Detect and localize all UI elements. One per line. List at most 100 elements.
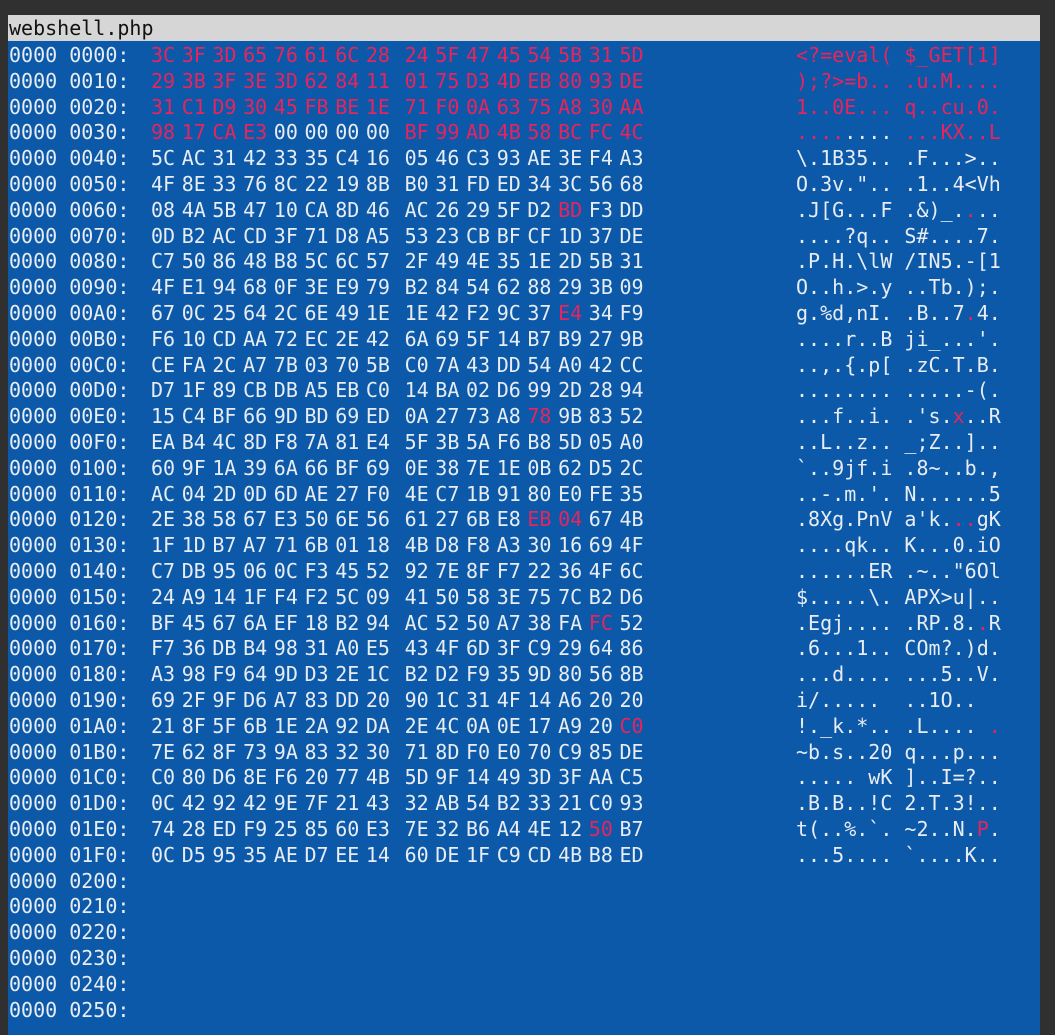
hex-byte[interactable]: 80 (558, 68, 582, 94)
hex-byte[interactable]: FE (589, 481, 613, 507)
hex-byte[interactable]: 00 (305, 119, 329, 145)
hex-byte[interactable]: 31 (151, 94, 175, 120)
hex-byte[interactable]: 2C (212, 352, 236, 378)
hex-byte[interactable]: 6C (620, 558, 644, 584)
hex-byte[interactable]: 16 (366, 145, 390, 171)
hex-byte[interactable]: 76 (274, 42, 298, 68)
hex-byte[interactable]: 80 (527, 481, 551, 507)
hex-byte[interactable]: 1E (274, 713, 298, 739)
hex-byte[interactable]: 52 (620, 610, 644, 636)
hex-byte[interactable]: 16 (558, 532, 582, 558)
hex-byte[interactable]: 83 (305, 739, 329, 765)
hex-byte[interactable]: 62 (182, 739, 206, 765)
hex-byte[interactable]: AC (405, 197, 429, 223)
hex-byte[interactable]: 74 (151, 816, 175, 842)
hex-byte[interactable]: 54 (466, 274, 490, 300)
hex-byte[interactable]: 66 (243, 403, 267, 429)
hex-byte[interactable]: 14 (366, 842, 390, 868)
hex-byte[interactable]: 2A (305, 713, 329, 739)
hex-byte[interactable]: D2 (435, 661, 459, 687)
hex-byte[interactable]: 86 (212, 248, 236, 274)
hex-byte[interactable]: 18 (305, 610, 329, 636)
hex-byte[interactable]: F3 (305, 558, 329, 584)
hex-byte[interactable]: 09 (620, 274, 644, 300)
hex-byte[interactable]: 1C (435, 687, 459, 713)
hex-byte[interactable]: 14 (527, 687, 551, 713)
hex-byte[interactable]: 42 (435, 300, 459, 326)
hex-byte[interactable]: 9C (497, 300, 521, 326)
hex-byte[interactable]: 95 (212, 842, 236, 868)
hex-byte[interactable]: 61 (305, 42, 329, 68)
hex-byte[interactable]: C9 (497, 842, 521, 868)
hex-byte[interactable]: DE (620, 223, 644, 249)
hex-byte[interactable]: 50 (435, 584, 459, 610)
hex-byte[interactable]: 3E (558, 145, 582, 171)
hex-byte[interactable]: 42 (366, 326, 390, 352)
hex-byte[interactable]: EB (527, 68, 551, 94)
hex-byte[interactable]: DB (182, 558, 206, 584)
hex-byte[interactable]: 23 (435, 223, 459, 249)
hex-byte[interactable]: A6 (558, 687, 582, 713)
hex-byte[interactable]: F0 (366, 481, 390, 507)
hex-byte[interactable]: 1A (212, 455, 236, 481)
hex-byte[interactable]: 18 (366, 532, 390, 558)
hex-byte[interactable]: 5F (435, 42, 459, 68)
hex-byte[interactable]: 4F (589, 558, 613, 584)
hex-byte[interactable]: CE (151, 352, 175, 378)
hex-byte[interactable]: 5C (335, 584, 359, 610)
hex-byte[interactable]: 60 (151, 455, 175, 481)
hex-byte[interactable]: 9A (274, 739, 298, 765)
hex-byte[interactable]: 1F (466, 842, 490, 868)
hex-byte[interactable]: 75 (435, 68, 459, 94)
hex-byte[interactable]: 66 (305, 455, 329, 481)
hex-byte[interactable]: CB (243, 377, 267, 403)
hex-byte[interactable]: 0A (466, 94, 490, 120)
hex-byte[interactable]: 4C (620, 119, 644, 145)
hex-byte[interactable]: 31 (466, 687, 490, 713)
hex-byte[interactable]: 3B (182, 68, 206, 94)
hex-byte[interactable]: 11 (366, 68, 390, 94)
hex-byte[interactable]: AD (466, 119, 490, 145)
hex-byte[interactable]: F2 (305, 584, 329, 610)
hex-byte[interactable]: 0C (274, 558, 298, 584)
hex-byte[interactable]: E4 (366, 429, 390, 455)
hex-byte[interactable]: D6 (620, 584, 644, 610)
hex-byte[interactable]: CD (212, 326, 236, 352)
hex-byte[interactable]: AB (435, 790, 459, 816)
hex-byte[interactable]: D6 (243, 687, 267, 713)
hex-byte[interactable]: 21 (335, 790, 359, 816)
hex-byte[interactable]: 50 (589, 816, 613, 842)
hex-byte[interactable]: D6 (497, 377, 521, 403)
hex-byte[interactable]: 7F (305, 790, 329, 816)
hex-byte[interactable]: 1E (366, 94, 390, 120)
hex-byte[interactable]: 93 (497, 145, 521, 171)
hex-byte[interactable]: A4 (497, 816, 521, 842)
hex-byte[interactable]: F9 (466, 661, 490, 687)
hex-byte[interactable]: 2C (620, 455, 644, 481)
hex-byte[interactable]: 5D (558, 429, 582, 455)
hex-byte[interactable]: 0E (497, 713, 521, 739)
hex-byte[interactable]: BD (305, 403, 329, 429)
hex-byte[interactable]: DB (212, 635, 236, 661)
hex-byte[interactable]: 70 (335, 352, 359, 378)
hex-byte[interactable]: 6C (335, 248, 359, 274)
hex-byte[interactable]: E0 (558, 481, 582, 507)
hex-byte[interactable]: A7 (274, 687, 298, 713)
hex-byte[interactable]: FC (589, 119, 613, 145)
hex-byte[interactable]: 24 (405, 42, 429, 68)
hex-byte[interactable]: BA (435, 377, 459, 403)
hex-byte[interactable]: E9 (335, 274, 359, 300)
hex-byte[interactable]: 00 (274, 119, 298, 145)
hex-byte[interactable]: 4C (212, 429, 236, 455)
hex-byte[interactable]: 0E (405, 455, 429, 481)
hex-byte[interactable]: 28 (589, 377, 613, 403)
hex-byte[interactable]: 6E (335, 506, 359, 532)
hex-byte[interactable]: 31 (212, 145, 236, 171)
hex-byte[interactable]: 99 (435, 119, 459, 145)
hex-byte[interactable]: 54 (466, 790, 490, 816)
hex-byte[interactable]: 0A (405, 403, 429, 429)
hex-byte[interactable]: 6A (405, 326, 429, 352)
hex-byte[interactable]: 92 (335, 713, 359, 739)
hex-byte[interactable]: 75 (527, 94, 551, 120)
hex-byte[interactable]: D8 (435, 532, 459, 558)
